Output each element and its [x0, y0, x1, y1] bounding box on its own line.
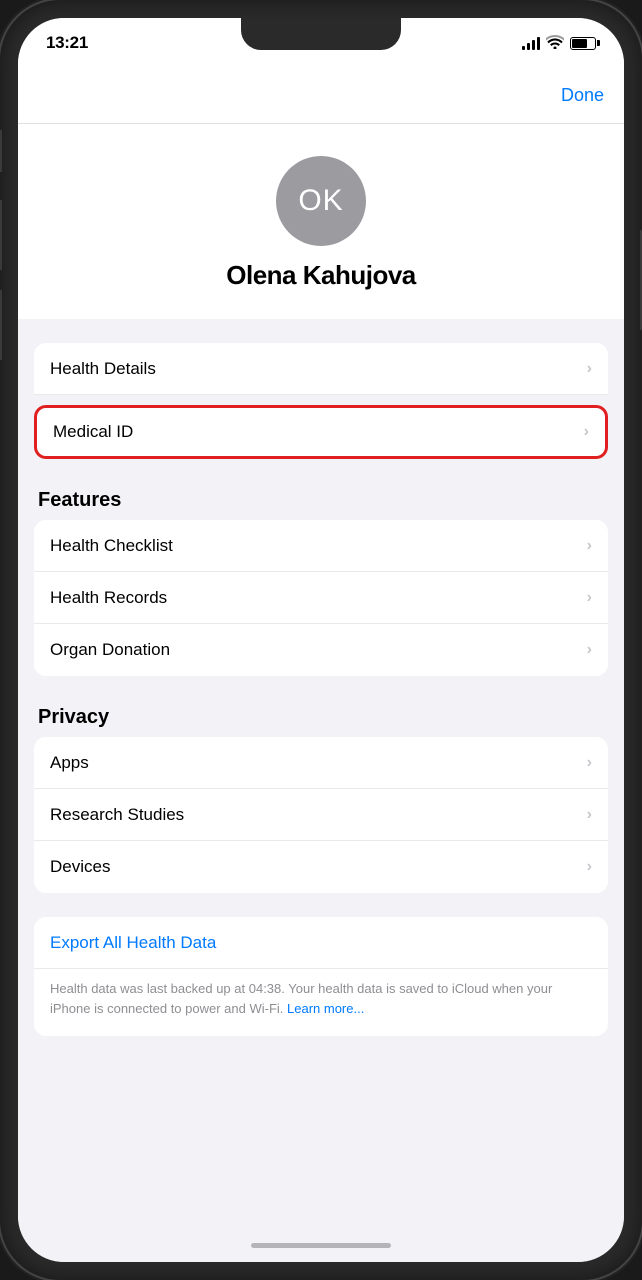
notch: [241, 18, 401, 50]
organ-donation-item[interactable]: Organ Donation ›: [34, 624, 608, 676]
medical-id-item[interactable]: Medical ID ›: [34, 405, 608, 459]
organ-donation-label: Organ Donation: [50, 640, 170, 660]
health-records-item[interactable]: Health Records ›: [34, 572, 608, 624]
bottom-spacer: [18, 1036, 624, 1056]
medical-id-container: Medical ID ›: [18, 405, 624, 459]
features-list-card: Health Checklist › Health Records › Orga…: [34, 520, 608, 676]
health-records-label: Health Records: [50, 588, 167, 608]
privacy-section-title: Privacy: [18, 700, 624, 737]
phone-frame: 13:21: [0, 0, 642, 1280]
apps-chevron-icon: ›: [587, 754, 592, 772]
health-details-label: Health Details: [50, 359, 156, 379]
research-studies-label: Research Studies: [50, 805, 184, 825]
user-name: Olena Kahujova: [226, 260, 416, 291]
medical-id-label: Medical ID: [53, 422, 133, 442]
apps-item[interactable]: Apps ›: [34, 737, 608, 789]
volume-down-button[interactable]: [0, 290, 2, 360]
privacy-section: Privacy Apps › Research Studies › Device…: [18, 700, 624, 893]
devices-chevron-icon: ›: [587, 858, 592, 876]
home-indicator: [18, 1228, 624, 1262]
health-details-item[interactable]: Health Details ›: [34, 343, 608, 395]
bar1: [522, 46, 525, 50]
bar3: [532, 40, 535, 50]
status-icons: [522, 35, 596, 52]
organ-donation-chevron-icon: ›: [587, 641, 592, 659]
avatar: OK: [276, 156, 366, 246]
devices-item[interactable]: Devices ›: [34, 841, 608, 893]
status-time: 13:21: [46, 33, 88, 53]
bar4: [537, 37, 540, 50]
battery-fill: [572, 39, 587, 48]
medical-id-chevron-icon: ›: [584, 423, 589, 441]
top-list-card: Health Details ›: [34, 343, 608, 395]
export-label: Export All Health Data: [50, 933, 216, 953]
privacy-list-card: Apps › Research Studies › Devices ›: [34, 737, 608, 893]
scroll-content: OK Olena Kahujova Health Details › Medic…: [18, 124, 624, 1228]
phone-screen: 13:21: [18, 18, 624, 1262]
apps-label: Apps: [50, 753, 89, 773]
features-section-title: Features: [18, 483, 624, 520]
signal-bars-icon: [522, 36, 540, 50]
learn-more-link[interactable]: Learn more...: [287, 1001, 364, 1016]
profile-section: OK Olena Kahujova: [18, 124, 624, 319]
research-studies-chevron-icon: ›: [587, 806, 592, 824]
export-card: Export All Health Data Health data was l…: [34, 917, 608, 1036]
health-details-chevron-icon: ›: [587, 360, 592, 378]
research-studies-item[interactable]: Research Studies ›: [34, 789, 608, 841]
health-records-chevron-icon: ›: [587, 589, 592, 607]
header-bar: Done: [18, 68, 624, 124]
done-button[interactable]: Done: [561, 85, 604, 106]
health-checklist-label: Health Checklist: [50, 536, 173, 556]
backup-info: Health data was last backed up at 04:38.…: [34, 969, 608, 1036]
devices-label: Devices: [50, 857, 110, 877]
battery-icon: [570, 37, 596, 50]
volume-up-button[interactable]: [0, 200, 2, 270]
health-checklist-chevron-icon: ›: [587, 537, 592, 555]
export-item[interactable]: Export All Health Data: [34, 917, 608, 969]
bar2: [527, 43, 530, 50]
home-bar[interactable]: [251, 1243, 391, 1248]
mute-switch[interactable]: [0, 130, 2, 172]
features-section: Features Health Checklist › Health Recor…: [18, 483, 624, 676]
health-checklist-item[interactable]: Health Checklist ›: [34, 520, 608, 572]
wifi-icon: [546, 35, 564, 52]
